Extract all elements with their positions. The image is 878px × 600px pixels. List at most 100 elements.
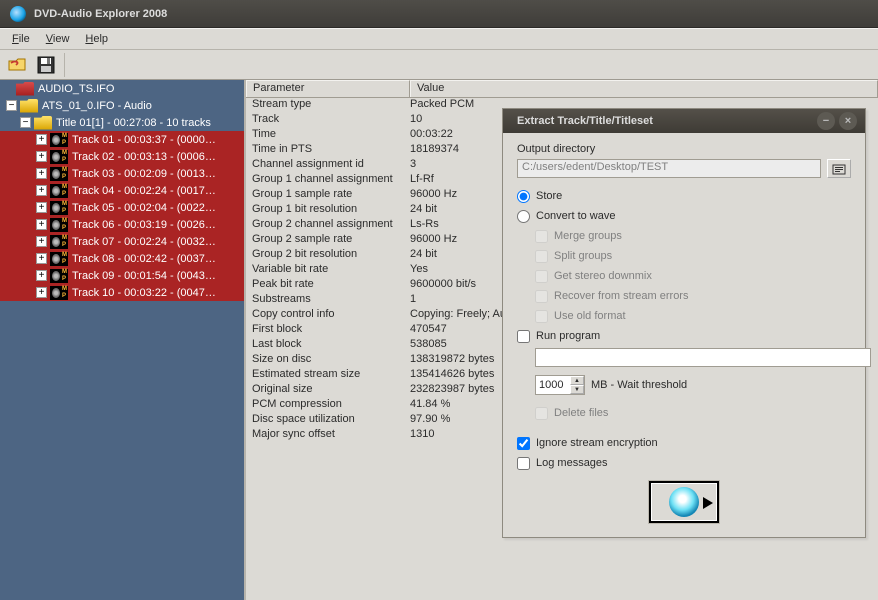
property-name: Group 1 channel assignment: [252, 173, 410, 188]
property-name: Time in PTS: [252, 143, 410, 158]
browse-button[interactable]: [827, 159, 851, 178]
cb-stereo: Get stereo downmix: [517, 266, 851, 286]
folder-icon: [16, 82, 34, 96]
tree-track-item[interactable]: +Track 07 - 00:02:24 - (0032…: [0, 233, 244, 250]
tree-track-item[interactable]: +Track 04 - 00:02:24 - (0017…: [0, 182, 244, 199]
track-icon: [50, 167, 68, 181]
save-button[interactable]: [32, 52, 60, 78]
property-name: Peak bit rate: [252, 278, 410, 293]
toolbar: [0, 50, 878, 80]
open-button[interactable]: [4, 52, 32, 78]
expand-icon[interactable]: +: [36, 168, 47, 179]
collapse-icon[interactable]: −: [20, 117, 31, 128]
track-icon: [50, 286, 68, 300]
track-icon: [50, 133, 68, 147]
app-icon: [10, 6, 26, 22]
tree-root-item[interactable]: AUDIO_TS.IFO: [0, 80, 244, 97]
property-name: Size on disc: [252, 353, 410, 368]
expand-icon[interactable]: +: [36, 270, 47, 281]
folder-icon: [20, 99, 38, 113]
property-name: Substreams: [252, 293, 410, 308]
property-name: Major sync offset: [252, 428, 410, 443]
minimize-button[interactable]: −: [817, 112, 835, 130]
tree-track-item[interactable]: +Track 05 - 00:02:04 - (0022…: [0, 199, 244, 216]
collapse-icon[interactable]: −: [6, 100, 17, 111]
property-name: Group 1 bit resolution: [252, 203, 410, 218]
property-name: Disc space utilization: [252, 413, 410, 428]
tree-track-item[interactable]: +Track 03 - 00:02:09 - (0013…: [0, 165, 244, 182]
track-icon: [50, 269, 68, 283]
property-name: Group 2 sample rate: [252, 233, 410, 248]
expand-icon[interactable]: +: [36, 236, 47, 247]
tree-track-item[interactable]: +Track 02 - 00:03:13 - (0006…: [0, 148, 244, 165]
expand-icon[interactable]: +: [36, 253, 47, 264]
expand-icon[interactable]: +: [36, 134, 47, 145]
tree-track-item[interactable]: +Track 09 - 00:01:54 - (0043…: [0, 267, 244, 284]
property-name: Group 2 bit resolution: [252, 248, 410, 263]
output-dir-field[interactable]: C:/users/edent/Desktop/TEST: [517, 159, 821, 178]
property-name: Track: [252, 113, 410, 128]
dialog-titlebar[interactable]: Extract Track/Title/Titleset − ×: [503, 109, 865, 133]
menu-help[interactable]: Help: [77, 31, 116, 47]
properties-header[interactable]: Parameter Value: [246, 80, 878, 98]
tree-track-item[interactable]: +Track 08 - 00:02:42 - (0037…: [0, 250, 244, 267]
close-button[interactable]: ×: [839, 112, 857, 130]
property-name: Group 2 channel assignment: [252, 218, 410, 233]
dialog-title: Extract Track/Title/Titleset: [517, 115, 653, 127]
run-command-field[interactable]: [535, 348, 871, 367]
expand-icon[interactable]: +: [36, 185, 47, 196]
expand-icon[interactable]: +: [36, 202, 47, 213]
col-value[interactable]: Value: [410, 80, 878, 97]
expand-icon[interactable]: +: [36, 287, 47, 298]
property-name: Stream type: [252, 98, 410, 113]
property-name: Last block: [252, 338, 410, 353]
property-name: Copy control info: [252, 308, 410, 323]
expand-icon[interactable]: +: [36, 219, 47, 230]
tree-track-item[interactable]: +Track 01 - 00:03:37 - (0000…: [0, 131, 244, 148]
track-icon: [50, 201, 68, 215]
disc-icon: [669, 487, 699, 517]
folder-icon: [34, 116, 52, 130]
tree-track-item[interactable]: +Track 10 - 00:03:22 - (0047…: [0, 284, 244, 301]
col-parameter[interactable]: Parameter: [246, 80, 410, 97]
cb-run-program[interactable]: Run program: [517, 326, 851, 346]
cb-oldfmt: Use old format: [517, 306, 851, 326]
cb-recover: Recover from stream errors: [517, 286, 851, 306]
tree-title-item[interactable]: − Title 01[1] - 00:27:08 - 10 tracks: [0, 114, 244, 131]
property-name: Time: [252, 128, 410, 143]
menubar: File View Help: [0, 28, 878, 50]
expand-icon[interactable]: +: [36, 151, 47, 162]
output-dir-label: Output directory: [517, 143, 851, 155]
track-icon: [50, 235, 68, 249]
track-icon: [50, 218, 68, 232]
wait-threshold-field[interactable]: 1000 ▲▼: [535, 375, 585, 395]
track-icon: [50, 252, 68, 266]
cb-delete: Delete files: [517, 403, 851, 423]
extract-go-button[interactable]: [649, 481, 719, 523]
titlebar: DVD-Audio Explorer 2008: [0, 0, 878, 28]
tree-ats-item[interactable]: − ATS_01_0.IFO - Audio: [0, 97, 244, 114]
property-name: First block: [252, 323, 410, 338]
track-icon: [50, 150, 68, 164]
menu-file[interactable]: File: [4, 31, 38, 47]
toolbar-divider: [64, 53, 65, 77]
radio-convert[interactable]: Convert to wave: [517, 206, 851, 226]
app-title: DVD-Audio Explorer 2008: [34, 8, 167, 20]
wait-threshold-label: MB - Wait threshold: [591, 379, 687, 391]
cb-merge: Merge groups: [517, 226, 851, 246]
menu-view[interactable]: View: [38, 31, 78, 47]
property-name: Variable bit rate: [252, 263, 410, 278]
cb-log[interactable]: Log messages: [517, 453, 851, 473]
radio-store[interactable]: Store: [517, 186, 851, 206]
spin-up[interactable]: ▲: [570, 376, 584, 385]
property-name: Group 1 sample rate: [252, 188, 410, 203]
tree-view[interactable]: AUDIO_TS.IFO − ATS_01_0.IFO - Audio − Ti…: [0, 80, 246, 600]
property-name: Original size: [252, 383, 410, 398]
property-name: Channel assignment id: [252, 158, 410, 173]
spin-down[interactable]: ▼: [570, 385, 584, 394]
cb-ignore-encryption[interactable]: Ignore stream encryption: [517, 433, 851, 453]
extract-dialog: Extract Track/Title/Titleset − × Output …: [502, 108, 866, 538]
track-icon: [50, 184, 68, 198]
tree-track-item[interactable]: +Track 06 - 00:03:19 - (0026…: [0, 216, 244, 233]
property-name: PCM compression: [252, 398, 410, 413]
